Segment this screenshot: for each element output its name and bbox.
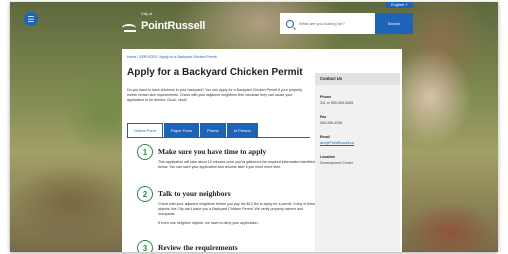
step-3: 3 Review the requirements [137,240,316,252]
contact-heading: Contact Us [315,73,400,85]
breadcrumb[interactable]: Home / SERVICES / Apply for a Backyard C… [127,55,217,59]
tab-in-person[interactable]: In Person [226,123,258,138]
location-value: Development Center [320,161,353,165]
tab-bar: Online Form Paper Form Phone In Person [127,123,258,138]
fax-value: 555-555-4096 [320,121,343,125]
step-title: Review the requirements [158,243,238,252]
step-number: 3 [137,240,153,252]
logo-mark-icon [122,24,138,34]
step-number: 2 [137,186,153,202]
email-link[interactable]: dev@PointRussell.us [315,141,400,145]
fax-label: Fax [320,115,327,119]
step-title: Talk to your neighbors [158,189,231,198]
contact-panel: Contact Us Phone 311 or 555-555-5555 Fax… [315,73,400,252]
search-button[interactable]: Search [375,13,413,34]
email-label: Email [320,135,330,139]
step-paragraph: This application will take about 10 minu… [158,160,315,170]
language-selector[interactable]: English ˅ [386,2,413,8]
step-2: 2 Talk to your neighbors Check with your… [137,186,316,229]
step-paragraph: If even one neighbor objects, we have to… [158,220,259,225]
phone-value[interactable]: 311 or 555-555-5555 [315,101,400,105]
location-label: Location [320,155,335,159]
search-placeholder: What are you looking for? [299,21,345,26]
logo-small-text: City of [141,11,153,16]
content-card: Home / SERVICES / Apply for a Backyard C… [122,49,402,252]
step-number: 1 [137,144,153,160]
site-header: ☰ City of PointRussell English ˅ What ar… [10,2,498,40]
step-1: 1 Make sure you have time to apply This … [137,144,316,173]
phone-label: Phone [320,95,331,99]
tab-online-form[interactable]: Online Form [127,123,164,138]
search-icon [286,19,294,28]
page-title: Apply for a Backyard Chicken Permit [127,67,303,78]
step-text: Check with your adjacent neighbors befor… [158,202,316,226]
city-logo[interactable]: City of PointRussell [122,12,205,34]
hamburger-icon[interactable]: ☰ [24,12,38,26]
step-text: This application will take about 10 minu… [158,160,316,170]
step-title: Make sure you have time to apply [158,147,267,156]
logo-name-text: PointRussell [141,20,206,32]
tab-phone[interactable]: Phone [200,123,226,138]
tab-underline [127,137,310,138]
step-paragraph: Check with your adjacent neighbors befor… [158,202,316,217]
browser-screenshot: ☰ City of PointRussell English ˅ What ar… [10,2,498,252]
tab-paper-form[interactable]: Paper Form [164,123,200,138]
intro-text: Do you want to have chickens in your bac… [127,88,302,103]
